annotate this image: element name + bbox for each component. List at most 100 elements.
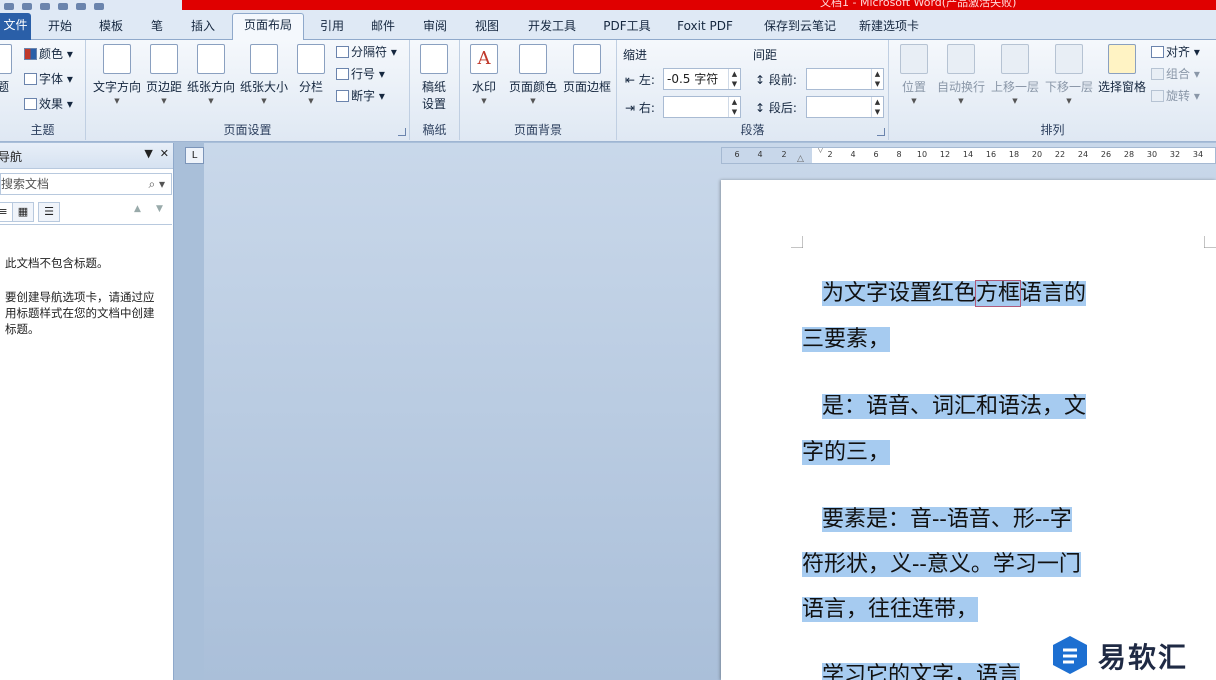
new-doc-icon[interactable] — [76, 3, 86, 10]
position-button[interactable]: 位置 ▼ — [897, 44, 931, 105]
document-line[interactable]: 是：语音、词汇和语法，文 — [822, 393, 1087, 421]
tab-selector-icon[interactable]: L — [185, 147, 204, 164]
group-button[interactable]: 组合 ▾ — [1151, 64, 1200, 84]
search-icon[interactable]: ⌕ ▾ — [148, 174, 165, 194]
tab-view[interactable]: 视图 — [465, 16, 509, 40]
document-line[interactable]: 字的三， — [802, 439, 891, 467]
document-line[interactable]: 符形状，义--意义。学习一门 — [802, 551, 1081, 579]
spacing-before-input[interactable]: ▲ ▼ — [806, 68, 884, 90]
theme-colors-button[interactable]: 颜色 ▾ — [24, 44, 73, 64]
undo-icon[interactable] — [22, 3, 32, 10]
rotate-icon — [1151, 90, 1164, 102]
group-label-themes: 主题 — [30, 123, 55, 137]
page-borders-icon — [573, 44, 601, 74]
indent-right-label: ⇥ 右: — [625, 101, 655, 115]
hyphenation-button[interactable]: 断字 ▾ — [336, 86, 385, 106]
page-borders-button[interactable]: 页面边框 — [560, 44, 614, 95]
brand-name: 易软汇 — [1098, 641, 1189, 674]
ruler-tick-label: 6 — [734, 150, 740, 159]
manuscript-icon — [420, 44, 448, 74]
ruler-tick-label: 18 — [1008, 150, 1020, 159]
tab-new-tab[interactable]: 新建选项卡 — [852, 16, 926, 40]
redo-icon[interactable] — [40, 3, 50, 10]
close-icon[interactable]: ✕ — [160, 147, 169, 160]
print-icon[interactable] — [58, 3, 68, 10]
indent-right-input[interactable]: ▲ ▼ — [663, 96, 741, 118]
tab-references[interactable]: 引用 — [310, 16, 354, 40]
align-icon — [1151, 46, 1164, 58]
tab-home[interactable]: 开始 — [38, 16, 82, 40]
tab-pen[interactable]: 笔 — [140, 16, 174, 40]
selection-pane-button[interactable]: 选择窗格 — [1095, 44, 1149, 95]
nav-next-icon[interactable]: ▼ — [156, 204, 163, 214]
nav-search-input[interactable]: 搜索文档 ⌕ ▾ — [0, 173, 172, 195]
save-icon[interactable] — [4, 3, 14, 10]
tab-file[interactable]: 文件 — [0, 13, 31, 40]
line-numbers-button[interactable]: 行号 ▾ — [336, 64, 385, 84]
align-button[interactable]: 对齐 ▾ — [1151, 42, 1200, 62]
indent-left-spinner[interactable]: ▲ ▼ — [728, 69, 740, 89]
page-setup-launcher-icon[interactable] — [398, 128, 406, 136]
hanging-indent-icon[interactable]: △ — [797, 154, 804, 163]
size-button[interactable]: 纸张大小 ▼ — [238, 44, 290, 105]
margins-button[interactable]: 页边距 ▼ — [144, 44, 184, 105]
hyphenation-icon — [336, 90, 349, 102]
wrap-text-button[interactable]: 自动换行 ▼ — [935, 44, 987, 105]
text-direction-button[interactable]: 文字方向 ▼ — [90, 44, 144, 105]
tab-save-to-cloud[interactable]: 保存到云笔记 — [752, 16, 848, 40]
send-backward-button[interactable]: 下移一层 ▼ — [1043, 44, 1095, 105]
breaks-button[interactable]: 分隔符 ▾ — [336, 42, 397, 62]
document-line[interactable]: 语言，往往连带， — [802, 596, 979, 624]
boxed-text: 方框 — [975, 280, 1022, 307]
horizontal-ruler[interactable]: 6 4 2 2 4 6 8 10 12 14 16 18 20 22 24 26 28 30 32 34 ▽ △ — [721, 147, 1216, 164]
manuscript-setup-button[interactable]: 稿纸 设置 — [416, 44, 452, 112]
first-line-indent-icon[interactable]: ▽ — [817, 148, 824, 155]
ruler-tick-label: 6 — [873, 150, 879, 159]
tab-foxit-pdf[interactable]: Foxit PDF — [667, 16, 743, 40]
tab-mailings[interactable]: 邮件 — [361, 16, 405, 40]
theme-effects-button[interactable]: 效果 ▾ — [24, 94, 73, 114]
document-line[interactable]: 为文字设置红色方框语言的 — [822, 280, 1087, 308]
nav-pane-header: 导航 ▼ ✕ — [0, 143, 173, 169]
nav-options-icon[interactable]: ▼ — [144, 147, 152, 160]
tab-insert[interactable]: 插入 — [181, 16, 225, 40]
tab-review[interactable]: 审阅 — [413, 16, 457, 40]
tab-results-icon[interactable]: ☰ — [38, 202, 60, 222]
quick-access-toolbar[interactable] — [0, 0, 182, 10]
open-icon[interactable] — [94, 3, 104, 10]
page-color-button[interactable]: 页面颜色 ▼ — [506, 44, 560, 105]
wrap-text-icon — [947, 44, 975, 74]
indent-left-input[interactable]: -0.5 字符 ▲ ▼ — [663, 68, 741, 90]
selected-text: 三要素， — [802, 327, 891, 352]
spacing-after-input[interactable]: ▲ ▼ — [806, 96, 884, 118]
document-line[interactable]: 三要素， — [802, 326, 891, 354]
theme-fonts-button[interactable]: 字体 ▾ — [24, 69, 73, 89]
spacing-before-spinner[interactable]: ▲ ▼ — [871, 69, 883, 89]
effects-icon — [24, 98, 37, 110]
spacing-after-icon: ↕ — [755, 101, 769, 115]
orientation-button[interactable]: 纸张方向 ▼ — [186, 44, 236, 105]
tab-pdf-tools[interactable]: PDF工具 — [596, 16, 658, 40]
indent-right-spinner[interactable]: ▲ ▼ — [728, 97, 740, 117]
bring-forward-button[interactable]: 上移一层 ▼ — [989, 44, 1041, 105]
ruler-tick-label: 30 — [1146, 150, 1158, 159]
ruler-tick-label: 34 — [1192, 150, 1204, 159]
document-line[interactable]: 要素是：音--语音、形--字 — [822, 506, 1072, 534]
nav-prev-icon[interactable]: ▲ — [134, 204, 141, 214]
paragraph-launcher-icon[interactable] — [877, 128, 885, 136]
columns-icon — [297, 44, 325, 74]
themes-button[interactable]: 题 — [0, 44, 14, 95]
rotate-button[interactable]: 旋转 ▾ — [1151, 86, 1200, 106]
document-line[interactable]: 学习它的文字，语言 — [822, 662, 1021, 680]
spacing-after-spinner[interactable]: ▲ ▼ — [871, 97, 883, 117]
selected-text: 学习它的文字，语言 — [822, 663, 1021, 680]
watermark-button[interactable]: A 水印 ▼ — [466, 44, 502, 105]
document-page[interactable]: 为文字设置红色方框语言的三要素， 是：语音、词汇和语法，文字的三， 要素是：音--语… — [721, 180, 1216, 680]
tab-developer[interactable]: 开发工具 — [517, 16, 587, 40]
selected-text: 语言，往往连带， — [802, 597, 979, 622]
group-label-paragraph: 段落 — [740, 123, 765, 137]
tab-template[interactable]: 模板 — [89, 16, 133, 40]
columns-button[interactable]: 分栏 ▼ — [294, 44, 328, 105]
tab-page-layout[interactable]: 页面布局 — [232, 13, 304, 41]
tab-pages-icon[interactable]: ▦ — [12, 202, 34, 222]
